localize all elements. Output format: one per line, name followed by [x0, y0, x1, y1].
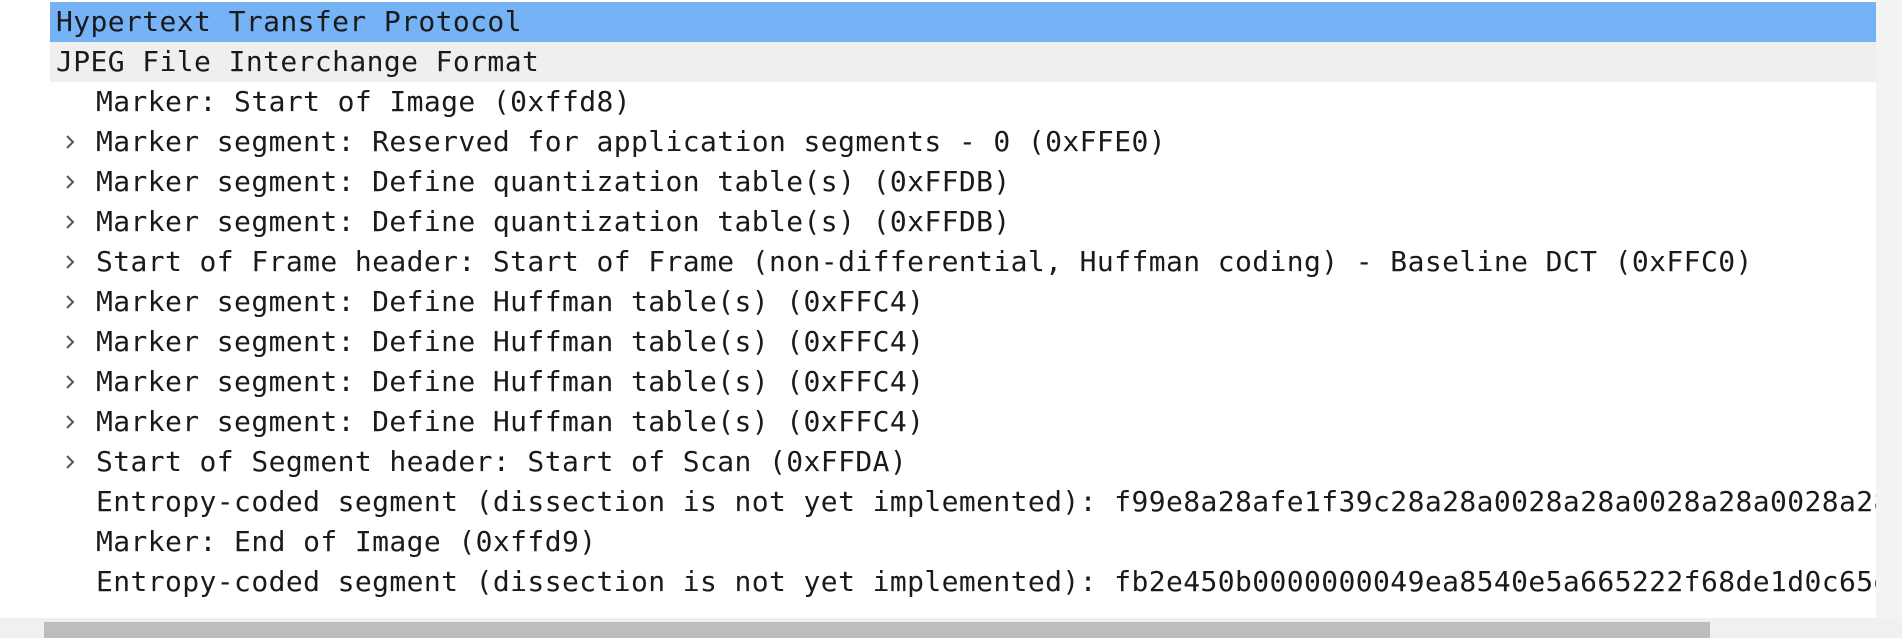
tree-row-http[interactable]: Hypertext Transfer Protocol	[50, 2, 1876, 42]
chevron-right-icon[interactable]	[60, 172, 80, 192]
tree-row-label: Marker segment: Reserved for application…	[96, 125, 1166, 158]
tree-row-label: Marker segment: Define Huffman table(s) …	[96, 405, 925, 438]
tree-row-label: Marker: End of Image (0xffd9)	[96, 525, 597, 558]
tree-row-jfif[interactable]: JPEG File Interchange Format	[50, 42, 1876, 82]
tree-row-label: Marker segment: Define Huffman table(s) …	[96, 325, 925, 358]
tree-row-label: Marker segment: Define quantization tabl…	[96, 205, 1011, 238]
tree-row-label: Marker segment: Define Huffman table(s) …	[96, 365, 925, 398]
chevron-right-icon[interactable]	[60, 412, 80, 432]
vertical-scrollbar-gutter[interactable]	[1876, 0, 1902, 618]
tree-row-marker-dht-4[interactable]: Marker segment: Define Huffman table(s) …	[50, 402, 1876, 442]
chevron-right-icon[interactable]	[60, 252, 80, 272]
tree-row-label: Start of Frame header: Start of Frame (n…	[96, 245, 1753, 278]
tree-row-marker-soi[interactable]: Marker: Start of Image (0xffd8)	[50, 82, 1876, 122]
tree-row-sof-header[interactable]: Start of Frame header: Start of Frame (n…	[50, 242, 1876, 282]
horizontal-scrollbar-thumb[interactable]	[44, 622, 1710, 638]
tree-row-entropy-segment-2[interactable]: Entropy-coded segment (dissection is not…	[50, 562, 1876, 602]
tree-row-label: Hypertext Transfer Protocol	[56, 5, 522, 38]
chevron-right-icon[interactable]	[60, 212, 80, 232]
tree-row-label: Marker segment: Define quantization tabl…	[96, 165, 1011, 198]
tree-row-marker-dqt-2[interactable]: Marker segment: Define quantization tabl…	[50, 202, 1876, 242]
chevron-right-icon[interactable]	[60, 292, 80, 312]
chevron-right-icon[interactable]	[60, 452, 80, 472]
tree-row-marker-dht-2[interactable]: Marker segment: Define Huffman table(s) …	[50, 322, 1876, 362]
tree-row-label: Marker segment: Define Huffman table(s) …	[96, 285, 925, 318]
tree-row-label: Start of Segment header: Start of Scan (…	[96, 445, 908, 478]
tree-row-marker-app0[interactable]: Marker segment: Reserved for application…	[50, 122, 1876, 162]
tree-row-label: Entropy-coded segment (dissection is not…	[96, 485, 1876, 518]
tree-row-label: Marker: Start of Image (0xffd8)	[96, 85, 631, 118]
tree-row-marker-dht-3[interactable]: Marker segment: Define Huffman table(s) …	[50, 362, 1876, 402]
tree-row-label: Entropy-coded segment (dissection is not…	[96, 565, 1876, 598]
chevron-right-icon[interactable]	[60, 132, 80, 152]
tree-row-marker-dqt-1[interactable]: Marker segment: Define quantization tabl…	[50, 162, 1876, 202]
packet-details-tree: Hypertext Transfer Protocol JPEG File In…	[0, 0, 1902, 638]
tree-row-label: JPEG File Interchange Format	[56, 45, 540, 78]
tree-row-marker-eoi[interactable]: Marker: End of Image (0xffd9)	[50, 522, 1876, 562]
chevron-right-icon[interactable]	[60, 372, 80, 392]
tree-row-sos-header[interactable]: Start of Segment header: Start of Scan (…	[50, 442, 1876, 482]
tree-row-marker-dht-1[interactable]: Marker segment: Define Huffman table(s) …	[50, 282, 1876, 322]
chevron-right-icon[interactable]	[60, 332, 80, 352]
tree-row-entropy-segment-1[interactable]: Entropy-coded segment (dissection is not…	[50, 482, 1876, 522]
